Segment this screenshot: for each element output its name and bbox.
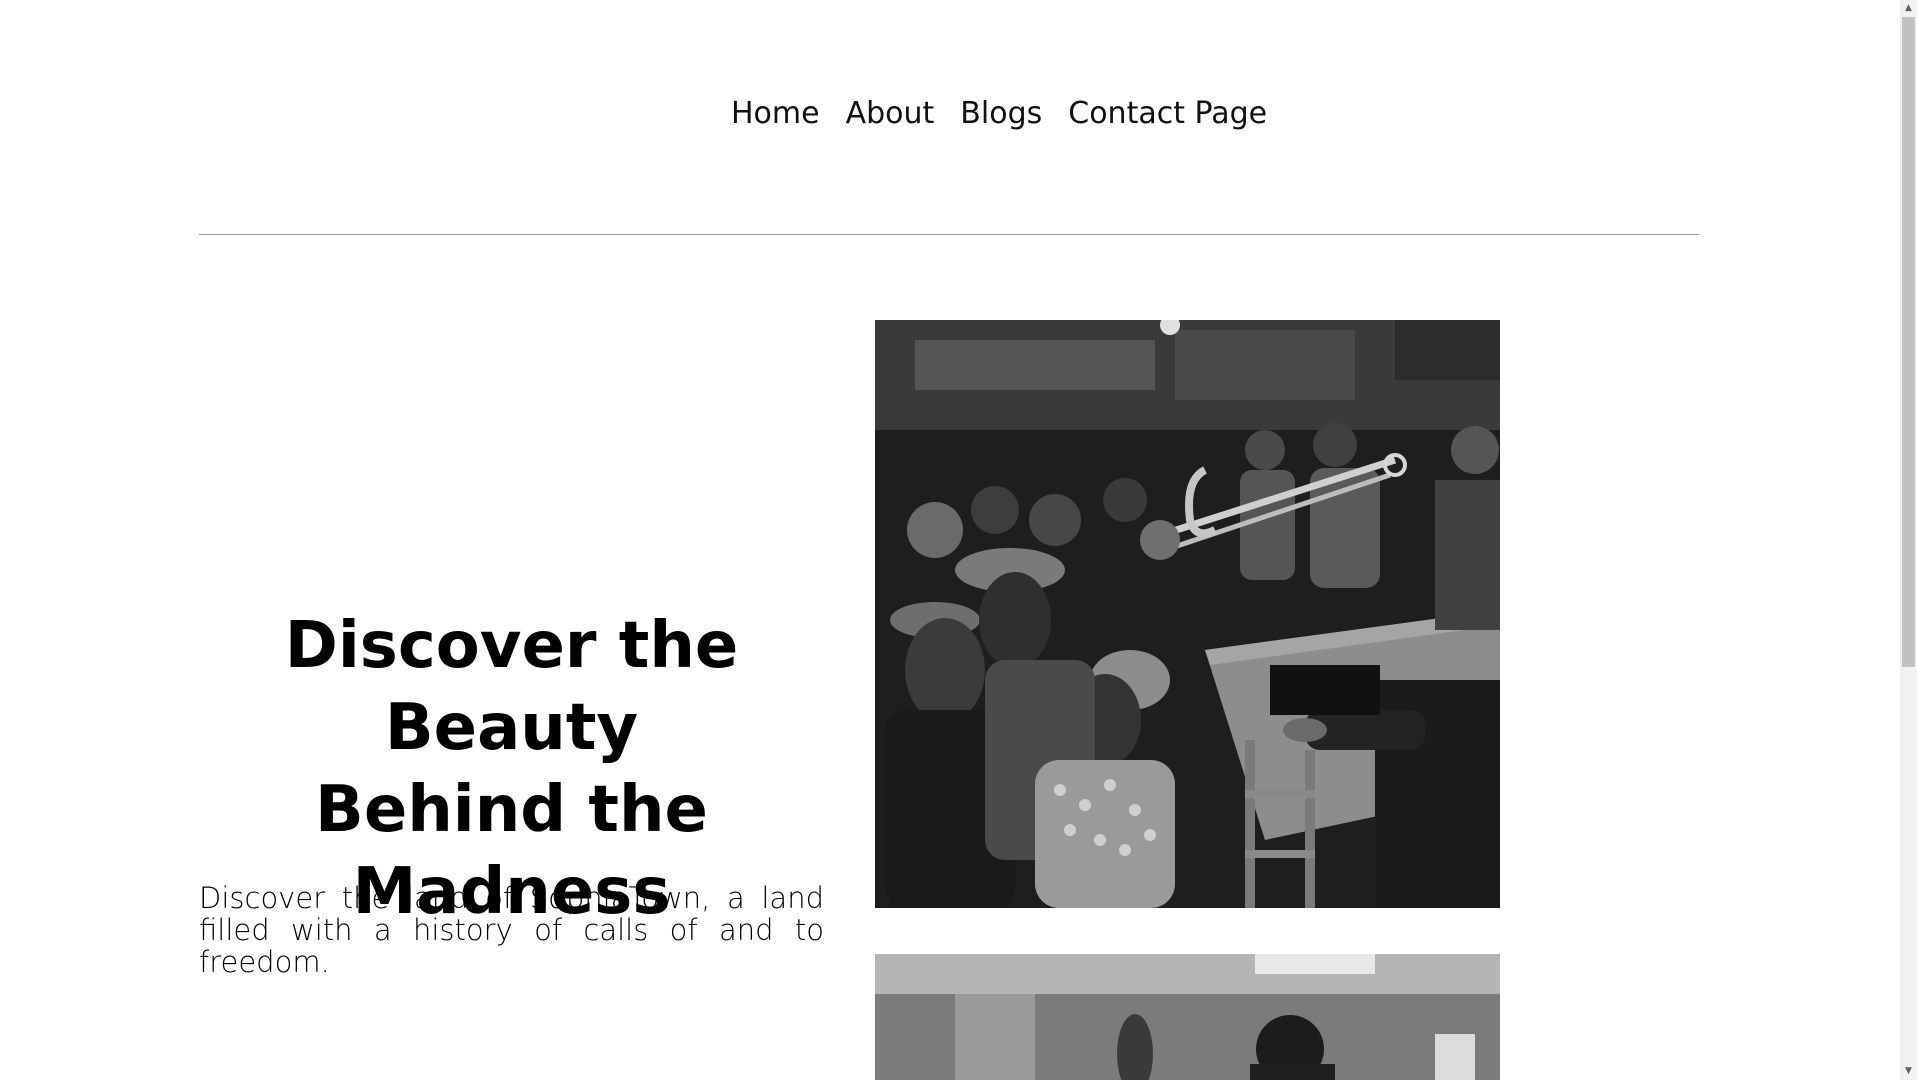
scrollbar-thumb[interactable] bbox=[1902, 17, 1915, 667]
hero-title-line-1: Discover the Beauty bbox=[284, 609, 739, 765]
main-nav: Home About Blogs Contact Page bbox=[731, 96, 1267, 131]
jazz-crowd-photo bbox=[875, 320, 1500, 908]
content-area: Home About Blogs Contact Page Discover t… bbox=[0, 0, 1900, 1080]
scroll-down-arrow-icon[interactable]: ▼ bbox=[1900, 1063, 1917, 1080]
bass-player-photo bbox=[875, 954, 1500, 1080]
page: Home About Blogs Contact Page Discover t… bbox=[0, 0, 1917, 1080]
hero-description: Discover the land of SophiaTown, a land … bbox=[199, 881, 824, 979]
scroll-up-arrow-icon[interactable]: ▲ bbox=[1900, 0, 1917, 17]
header-divider bbox=[199, 234, 1699, 235]
nav-home-link[interactable]: Home bbox=[731, 96, 820, 131]
vertical-scrollbar[interactable]: ▲ ▼ bbox=[1900, 0, 1917, 1080]
nav-contact-link[interactable]: Contact Page bbox=[1068, 96, 1267, 131]
nav-about-link[interactable]: About bbox=[846, 96, 935, 131]
nav-blogs-link[interactable]: Blogs bbox=[960, 96, 1042, 131]
jazz-crowd-photo-illustration bbox=[875, 320, 1500, 908]
bass-player-photo-illustration bbox=[875, 954, 1500, 1080]
